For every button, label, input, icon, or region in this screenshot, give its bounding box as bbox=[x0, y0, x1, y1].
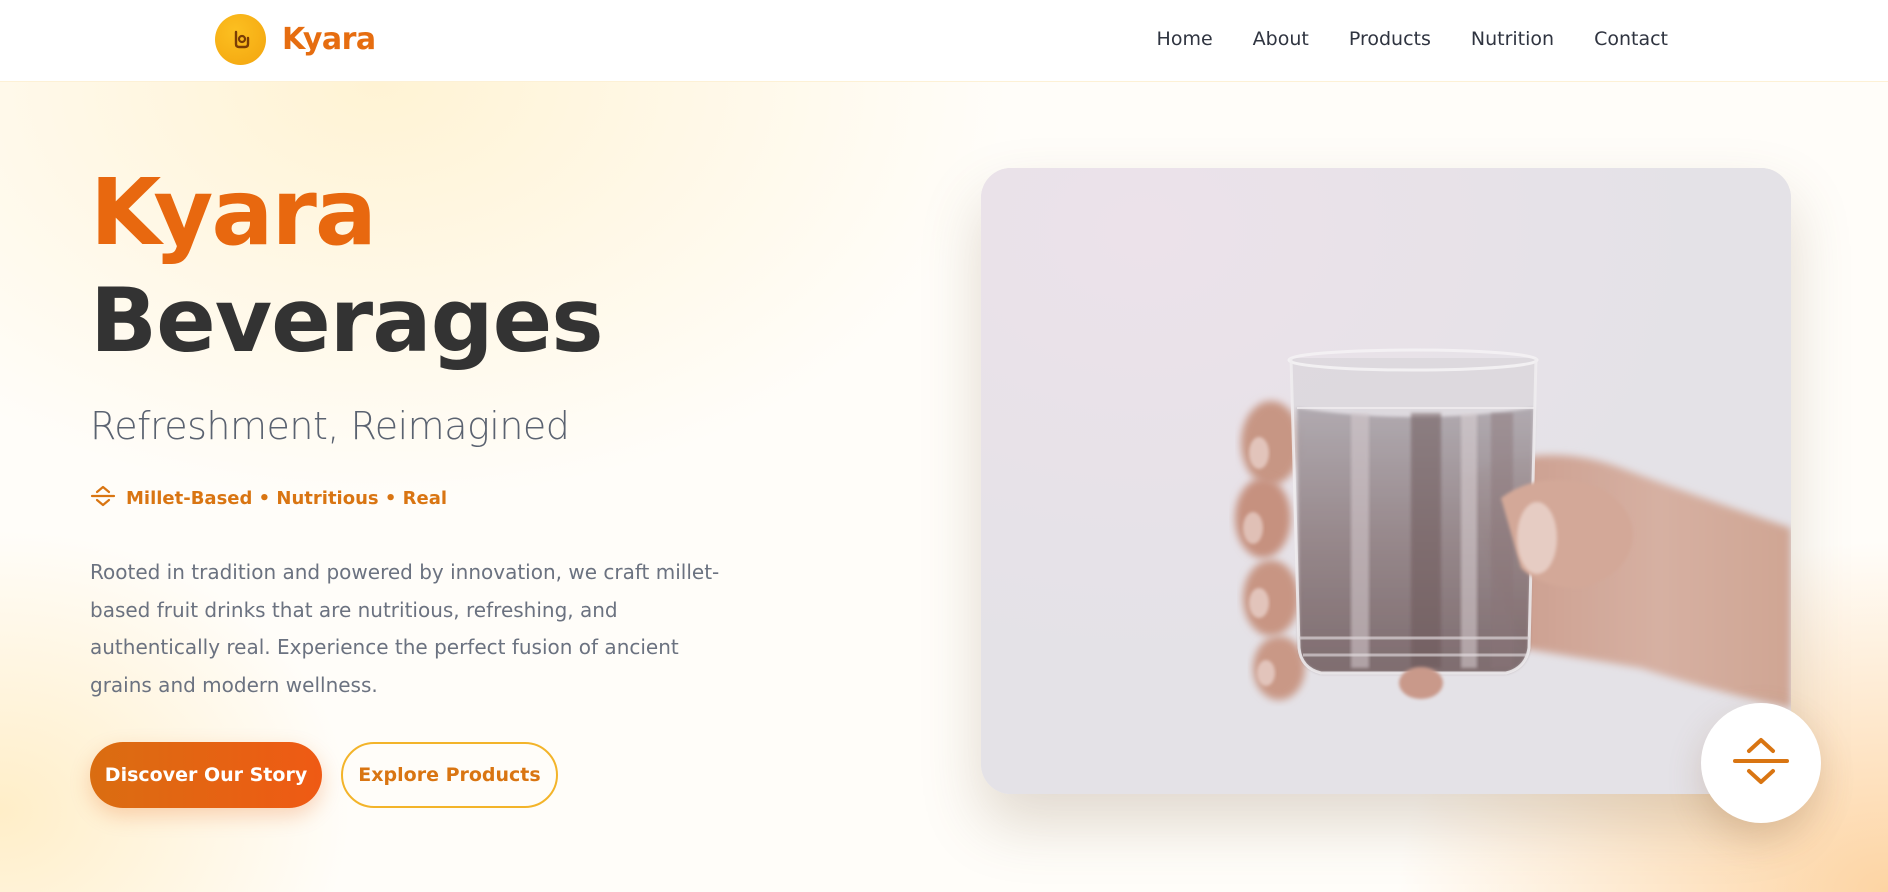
nav-about[interactable]: About bbox=[1253, 22, 1309, 56]
nav-home[interactable]: Home bbox=[1157, 22, 1213, 56]
main-nav: Home About Products Nutrition Contact bbox=[1157, 22, 1668, 56]
scroll-toggle-button[interactable] bbox=[1701, 703, 1821, 823]
hero-description: Rooted in tradition and powered by innov… bbox=[90, 560, 720, 697]
hero-image-glass-of-water bbox=[981, 168, 1791, 794]
hero-title-beverages: Beverages bbox=[90, 269, 604, 372]
nav-products[interactable]: Products bbox=[1349, 22, 1431, 56]
hero-subtitle: Refreshment, Reimagined bbox=[90, 404, 570, 448]
hero-title-brand: Kyara bbox=[90, 159, 377, 266]
explore-products-button[interactable]: Explore Products bbox=[341, 742, 558, 808]
nav-nutrition[interactable]: Nutrition bbox=[1471, 22, 1554, 56]
expand-icon bbox=[1731, 735, 1791, 792]
grain-icon bbox=[90, 484, 116, 513]
tagline-text: Millet-Based • Nutritious • Real bbox=[126, 488, 448, 509]
site-header: Kyara Home About Products Nutrition Cont… bbox=[0, 0, 1888, 82]
brand-logo-link[interactable]: Kyara bbox=[215, 13, 376, 65]
hero-tagline: Millet-Based • Nutritious • Real bbox=[90, 484, 447, 513]
nav-contact[interactable]: Contact bbox=[1594, 22, 1668, 56]
drink-logo-icon bbox=[215, 13, 266, 65]
discover-story-button[interactable]: Discover Our Story bbox=[90, 742, 322, 808]
brand-name: Kyara bbox=[282, 21, 376, 57]
